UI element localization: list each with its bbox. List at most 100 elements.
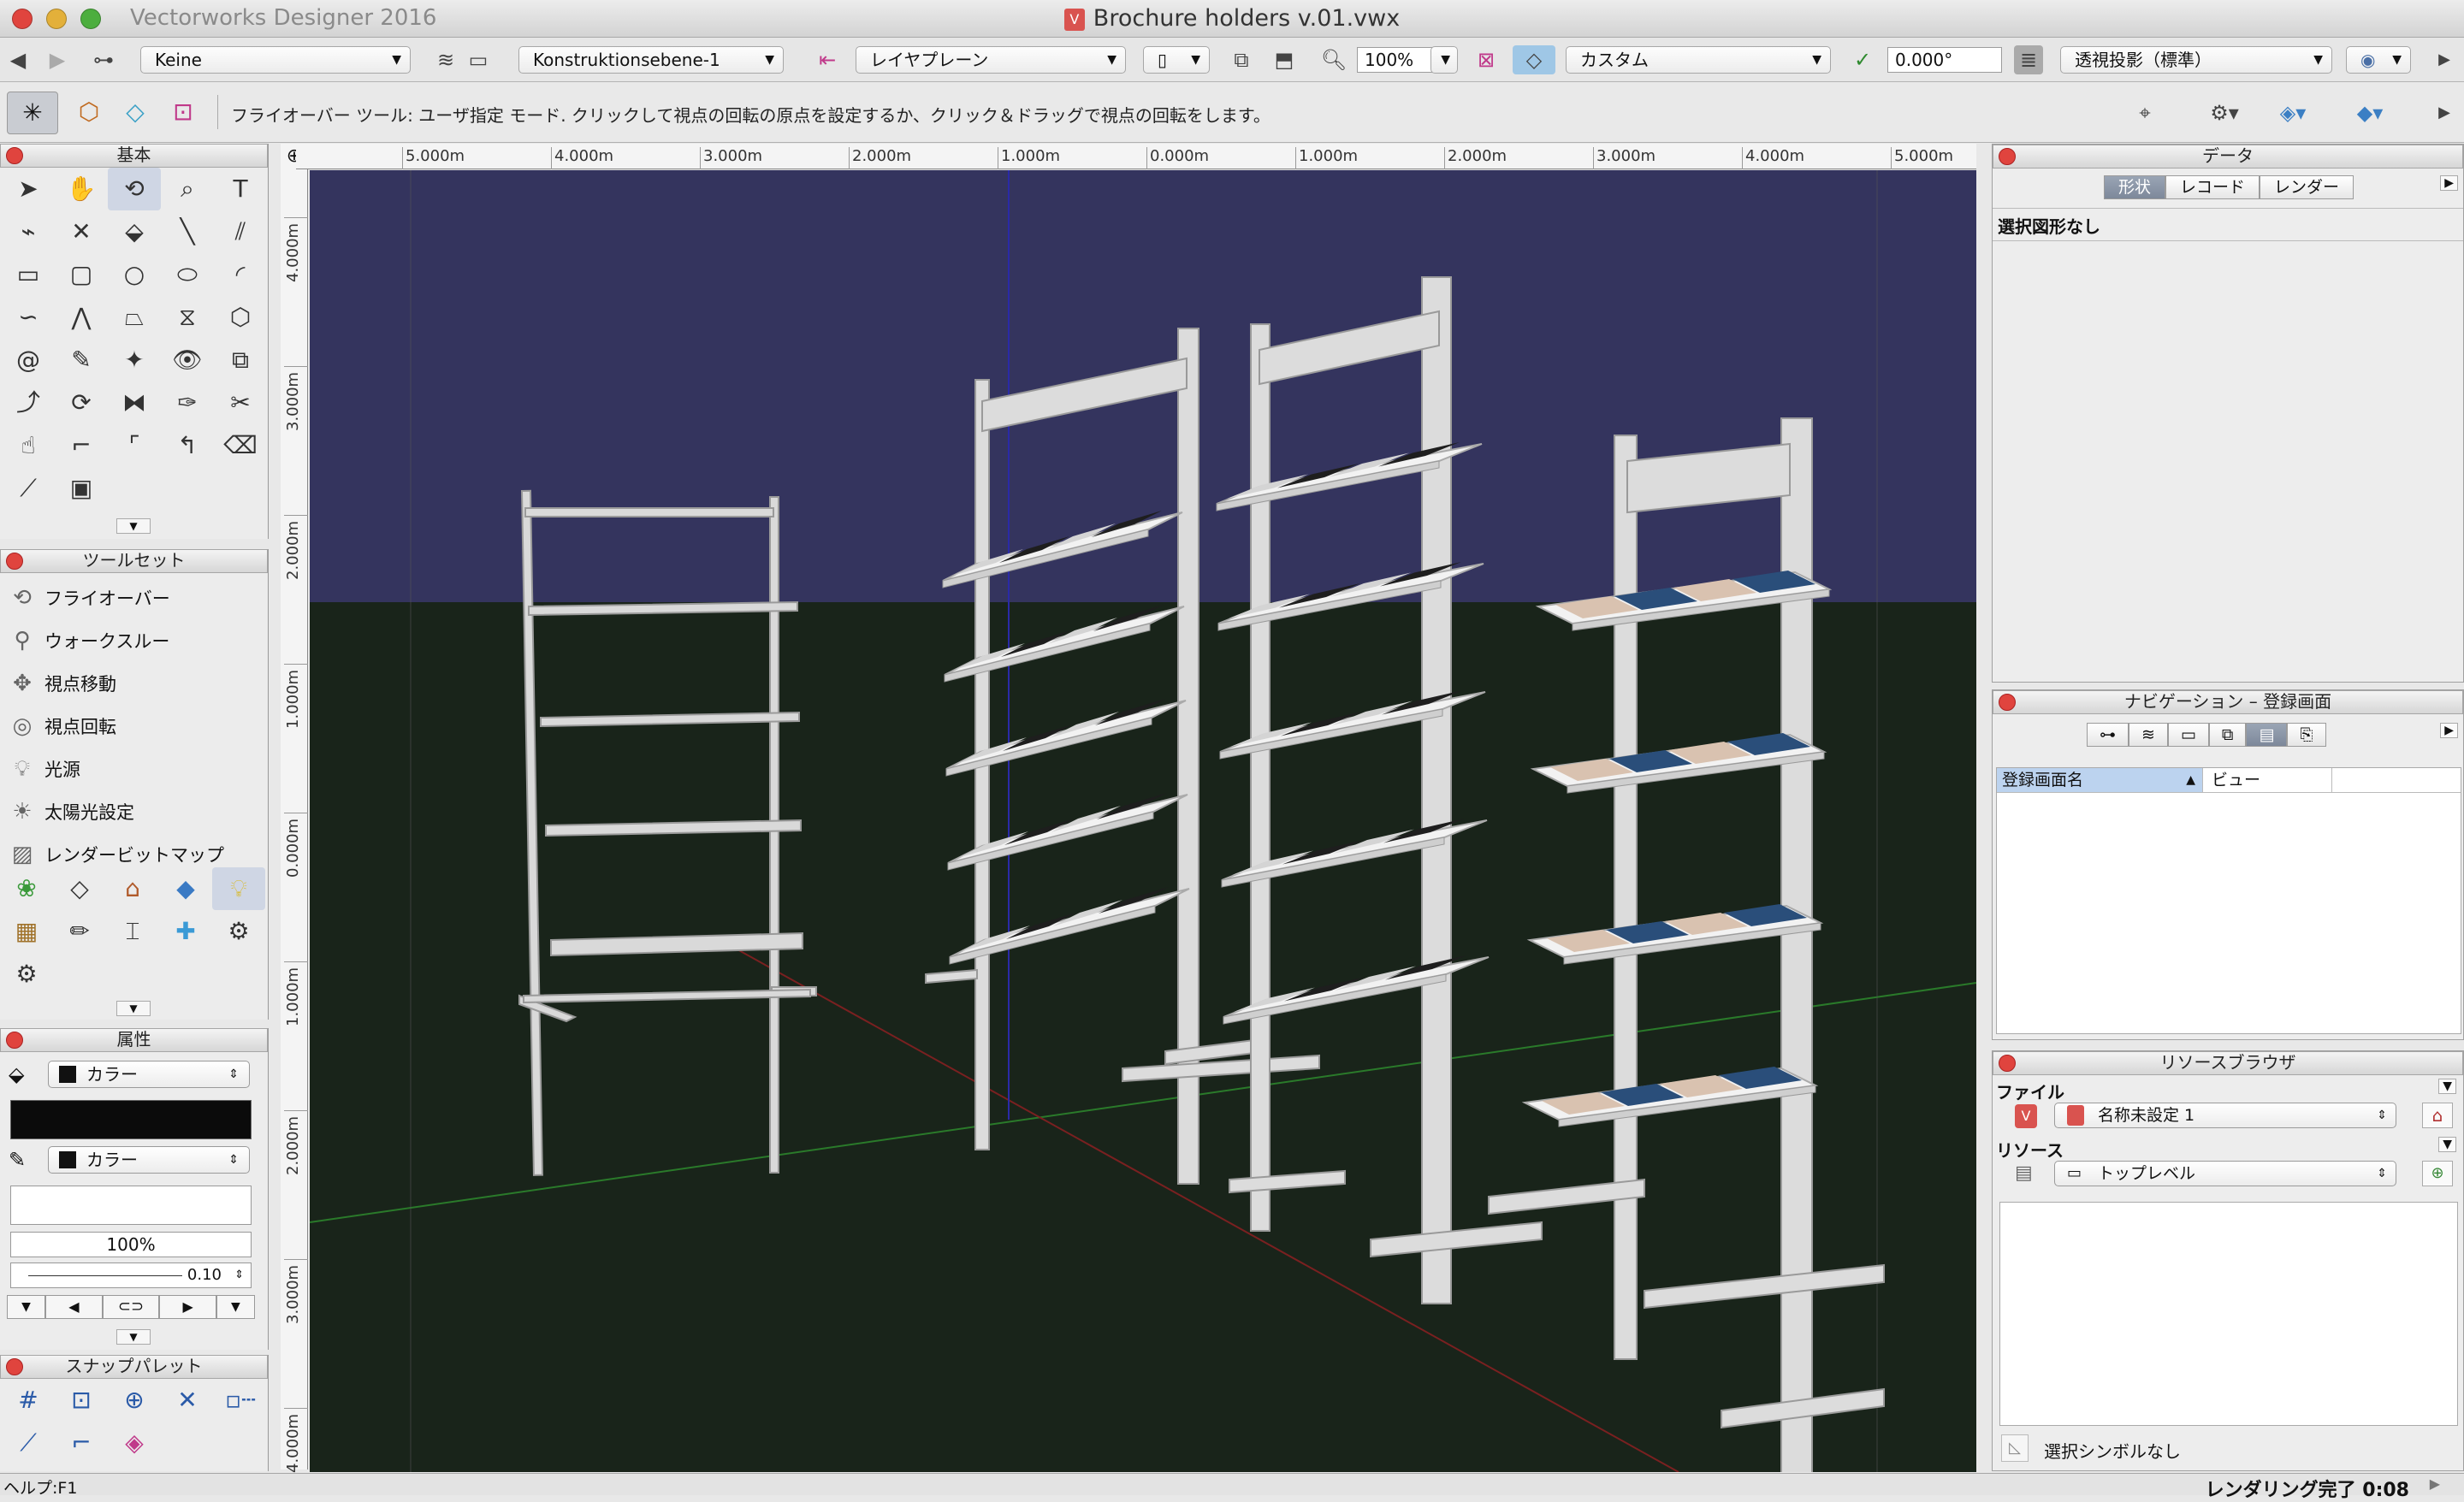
rotate-plan-icon[interactable]: ✓ xyxy=(1848,45,1877,74)
flyover-mode-user-icon[interactable]: ✳ xyxy=(7,92,58,134)
projection-popup[interactable]: 透視投影（標準） ▼ xyxy=(2060,46,2332,74)
snap-to-object-icon[interactable]: ⊡ xyxy=(55,1379,108,1422)
toolset-item[interactable]: 💡︎ 光源 xyxy=(0,748,268,790)
close-palette-button[interactable] xyxy=(1999,694,2016,711)
col-view-name[interactable]: 登録画面名 ▲ xyxy=(1997,768,2202,792)
new-folder-icon[interactable]: ⊕ xyxy=(2422,1161,2453,1186)
view-popup[interactable]: カスタム ▼ xyxy=(1566,46,1831,74)
forward-arrow-icon[interactable]: ▶ xyxy=(43,45,72,74)
rectangle-tool-icon[interactable]: ▭ xyxy=(2,253,55,296)
back-arrow-icon[interactable]: ◀ xyxy=(3,45,33,74)
symbol-insertion-tool-icon[interactable]: ▣ xyxy=(55,467,108,510)
oval-tool-icon[interactable]: ⬭ xyxy=(161,253,214,296)
start-arrow-icon[interactable]: ◀ xyxy=(45,1295,103,1319)
fill-style-popup[interactable]: カラー ⇕ xyxy=(48,1061,250,1088)
zoom-icon[interactable]: 🔍︎ xyxy=(1319,45,1348,74)
snap-to-angle-icon[interactable]: ⊕ xyxy=(108,1379,161,1422)
references-view-icon[interactable]: ⎘ xyxy=(2287,723,2326,747)
flip-view-icon[interactable]: ⊠ xyxy=(1472,45,1501,74)
overflow-arrow-icon[interactable]: ▶ xyxy=(2430,45,2459,74)
flyover-mode-object-icon[interactable]: ⬡ xyxy=(65,92,113,134)
arc-tool-icon[interactable]: ◜ xyxy=(214,253,267,296)
close-palette-button[interactable] xyxy=(6,1032,23,1049)
custom-toolset-icon[interactable]: ⚙ xyxy=(0,953,53,996)
snap-to-intersection-icon[interactable]: ✕ xyxy=(161,1379,214,1422)
sheet-layers-view-icon[interactable]: ▭ xyxy=(2167,723,2209,747)
render-popup[interactable]: ◉ ▼ xyxy=(2346,46,2411,74)
freehand-tool-icon[interactable]: ∽ xyxy=(2,296,55,339)
col-view[interactable]: ビュー xyxy=(2202,768,2332,792)
polygon-tool-icon[interactable]: ⏢ xyxy=(108,296,161,339)
resource-list[interactable] xyxy=(1999,1202,2458,1426)
building-shell-toolset-icon[interactable]: ⌂ xyxy=(106,867,159,910)
palette-collapse-button[interactable]: ▼ xyxy=(116,1001,151,1016)
gear-icon[interactable]: ⚙▾ xyxy=(2199,98,2250,127)
trim-tool-icon[interactable]: ✂ xyxy=(214,381,267,424)
palette-collapse-button[interactable]: ▼ xyxy=(116,1329,151,1345)
smart-edge-icon[interactable]: ⌐ xyxy=(55,1422,108,1464)
toolset-item[interactable]: ⟲ フライオーバー xyxy=(0,577,268,619)
pan-tool-icon[interactable]: ✋ xyxy=(55,168,108,210)
circle-tool-icon[interactable]: ○ xyxy=(108,253,161,296)
layers-icon[interactable]: ≋ xyxy=(431,45,460,74)
zoom-to-objects-icon[interactable]: ⬒ xyxy=(1270,45,1299,74)
snap-to-grid-icon[interactable]: # xyxy=(2,1379,55,1422)
spiral-tool-icon[interactable]: @ xyxy=(2,339,55,381)
tab-render[interactable]: レンダー xyxy=(2260,175,2354,199)
opacity-field[interactable]: 100% xyxy=(10,1232,252,1257)
tab-record[interactable]: レコード xyxy=(2165,175,2260,199)
close-palette-button[interactable] xyxy=(6,147,23,164)
angle-field[interactable]: 0.000° xyxy=(1887,47,2002,73)
file-popup[interactable]: 名称未設定 1 ⇕ xyxy=(2054,1103,2396,1128)
toolset-item[interactable]: ☀ 太陽光設定 xyxy=(0,790,268,833)
pen-color-well[interactable] xyxy=(10,1186,252,1225)
text-tool-icon[interactable]: T xyxy=(214,168,267,210)
rounded-rectangle-tool-icon[interactable]: ▢ xyxy=(55,253,108,296)
regular-polygon-tool-icon[interactable]: ⬡ xyxy=(214,296,267,339)
snap-to-working-plane-icon[interactable]: ◈ xyxy=(108,1422,161,1464)
toolset-item[interactable]: ⚲ ウォークスルー xyxy=(0,619,268,662)
eyedropper-tool-icon[interactable]: ✎ xyxy=(55,339,108,381)
resource-popup[interactable]: ▭ トップレベル ⇕ xyxy=(2054,1161,2396,1186)
layer-popup[interactable]: Konstruktionsebene-1 ▼ xyxy=(518,46,784,74)
file-menu-dropdown[interactable]: ▼ xyxy=(2438,1079,2456,1094)
render-settings-icon[interactable]: ◈▾ xyxy=(2267,98,2319,127)
toolset-item[interactable]: ✥ 視点移動 xyxy=(0,662,268,705)
plane-popup[interactable]: レイヤプレーン ▼ xyxy=(856,46,1126,74)
end-arrow-icon[interactable]: ▶ xyxy=(159,1295,216,1319)
saved-views-icon[interactable]: ▤ xyxy=(2246,723,2288,747)
zoom-tool-icon[interactable]: ⌕ xyxy=(161,168,214,210)
palette-menu-icon[interactable]: ▶ xyxy=(2440,175,2458,191)
magic-wand-tool-icon[interactable]: ✦ xyxy=(108,339,161,381)
callout-tool-icon[interactable]: ⌁ xyxy=(2,210,55,253)
machine-components-toolset-icon[interactable]: ✚ xyxy=(159,910,212,953)
status-arrow-icon[interactable]: ▶ xyxy=(2430,1475,2440,1492)
end-marker-dropdown[interactable]: ▼ xyxy=(216,1295,255,1319)
pen-style-popup[interactable]: カラー ⇕ xyxy=(48,1146,250,1174)
move-by-points-tool-icon[interactable]: ☝ xyxy=(2,424,55,467)
visibility-tool-icon[interactable]: 👁︎ xyxy=(161,339,214,381)
fit-to-window-icon[interactable]: ⧉ xyxy=(1227,45,1256,74)
detailing-toolset-icon[interactable]: ✏ xyxy=(53,910,106,953)
home-icon[interactable]: ⌂ xyxy=(2422,1103,2453,1128)
link-icon[interactable]: ⊂⊃ xyxy=(102,1295,160,1319)
line-weight-field[interactable]: 0.10 ⇕ xyxy=(10,1263,252,1288)
locus-tool-icon[interactable]: ✕ xyxy=(55,210,108,253)
flyover-tool-icon[interactable]: ⟲ xyxy=(108,168,161,210)
selection-tool-icon[interactable]: ➤ xyxy=(2,168,55,210)
smart-points-icon[interactable]: ⟋ xyxy=(2,1422,55,1464)
offset-tool-icon[interactable]: ⤴ xyxy=(2,381,55,424)
mirror-tool-icon[interactable]: ⧓ xyxy=(108,381,161,424)
double-line-tool-icon[interactable]: ⫽ xyxy=(214,210,267,253)
polyline-tool-icon[interactable]: ⋀ xyxy=(55,296,108,339)
magnifier-cross-icon[interactable]: ⌖ xyxy=(2130,98,2159,127)
page-popup[interactable]: ▯ ▼ xyxy=(1143,46,1210,74)
tab-shape[interactable]: 形状 xyxy=(2104,175,2166,199)
attribute-mapping-tool-icon[interactable]: ⧉ xyxy=(214,339,267,381)
chamfer-tool-icon[interactable]: ⌜ xyxy=(108,424,161,467)
line-tool-icon[interactable]: ╲ xyxy=(161,210,214,253)
working-plane-icon[interactable]: ⇤ xyxy=(804,45,850,74)
close-palette-button[interactable] xyxy=(6,1358,23,1375)
palette-menu-icon[interactable]: ▶ xyxy=(2440,723,2458,738)
toolset-item[interactable]: ◎ 視点回転 xyxy=(0,705,268,748)
